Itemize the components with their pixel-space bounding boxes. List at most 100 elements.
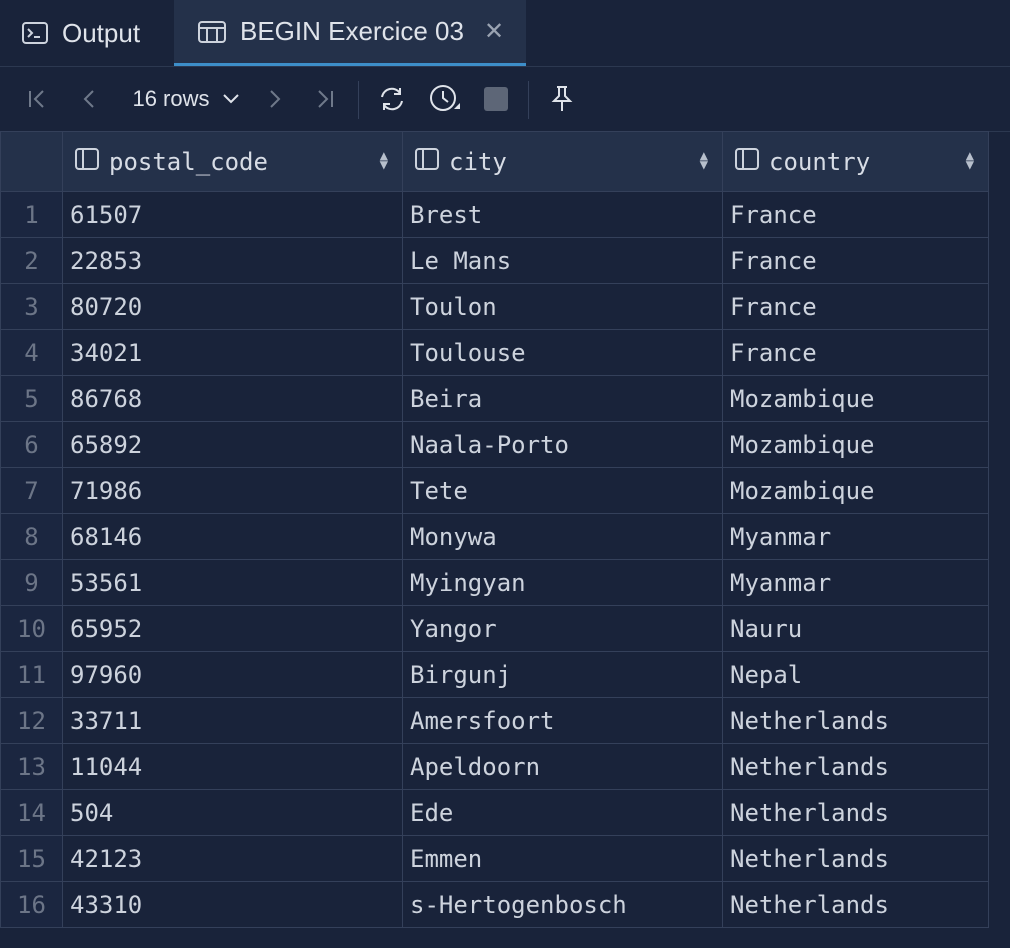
cell-city[interactable]: Monywa [402, 513, 723, 560]
cell-city[interactable]: Birgunj [402, 651, 723, 698]
cell-country[interactable]: Mozambique [722, 375, 989, 422]
cell-country[interactable]: France [722, 283, 989, 330]
last-page-icon[interactable] [308, 67, 342, 131]
cell-postal-code[interactable]: 65892 [62, 421, 403, 468]
column-label: postal_code [109, 147, 268, 176]
row-number: 10 [0, 605, 63, 652]
cell-postal-code[interactable]: 61507 [62, 191, 403, 238]
row-number: 1 [0, 191, 63, 238]
cell-city[interactable]: Toulouse [402, 329, 723, 376]
cell-city[interactable]: Ede [402, 789, 723, 836]
cell-country[interactable]: Myanmar [722, 513, 989, 560]
cell-city[interactable]: Yangor [402, 605, 723, 652]
cell-country[interactable]: Netherlands [722, 743, 989, 790]
cell-city[interactable]: Apeldoorn [402, 743, 723, 790]
table-row[interactable]: 15 42123 Emmen Netherlands [0, 835, 989, 882]
sort-icon[interactable]: ▲ ▼ [380, 149, 388, 172]
cell-city[interactable]: Toulon [402, 283, 723, 330]
cell-postal-code[interactable]: 42123 [62, 835, 403, 882]
table-row[interactable]: 14 504 Ede Netherlands [0, 789, 989, 836]
cell-postal-code[interactable]: 504 [62, 789, 403, 836]
cell-city[interactable]: Amersfoort [402, 697, 723, 744]
table-row[interactable]: 3 80720 Toulon France [0, 283, 989, 330]
cell-city[interactable]: Tete [402, 467, 723, 514]
tab-output[interactable]: Output [22, 0, 140, 66]
terminal-icon [22, 22, 48, 44]
table-row[interactable]: 2 22853 Le Mans France [0, 237, 989, 284]
cell-city[interactable]: Le Mans [402, 237, 723, 284]
cell-postal-code[interactable]: 34021 [62, 329, 403, 376]
close-icon[interactable]: ✕ [484, 17, 504, 46]
cell-country[interactable]: Nepal [722, 651, 989, 698]
row-number: 13 [0, 743, 63, 790]
column-header-country[interactable]: country ▲ ▼ [722, 131, 989, 192]
cell-postal-code[interactable]: 53561 [62, 559, 403, 606]
cell-country[interactable]: Netherlands [722, 881, 989, 928]
cell-country[interactable]: France [722, 329, 989, 376]
cell-postal-code[interactable]: 11044 [62, 743, 403, 790]
first-page-icon[interactable] [20, 67, 54, 131]
cell-postal-code[interactable]: 86768 [62, 375, 403, 422]
table-row[interactable]: 7 71986 Tete Mozambique [0, 467, 989, 514]
table-row[interactable]: 10 65952 Yangor Nauru [0, 605, 989, 652]
cell-city[interactable]: s-Hertogenbosch [402, 881, 723, 928]
tab-bar: Output BEGIN Exercice 03 ✕ [0, 0, 1010, 67]
toolbar-divider [528, 81, 529, 119]
cell-city[interactable]: Naala-Porto [402, 421, 723, 468]
tab-begin-exercice-03[interactable]: BEGIN Exercice 03 ✕ [174, 0, 526, 66]
cell-country[interactable]: Mozambique [722, 467, 989, 514]
cell-country[interactable]: Nauru [722, 605, 989, 652]
column-icon [735, 147, 769, 176]
row-number: 14 [0, 789, 63, 836]
table-row[interactable]: 13 11044 Apeldoorn Netherlands [0, 743, 989, 790]
table-body: 1 61507 Brest France 2 22853 Le Mans France 3 807… [0, 191, 989, 928]
column-header-city[interactable]: city ▲ ▼ [402, 131, 723, 192]
table-row[interactable]: 4 34021 Toulouse France [0, 329, 989, 376]
cell-city[interactable]: Beira [402, 375, 723, 422]
cell-postal-code[interactable]: 43310 [62, 881, 403, 928]
column-header-postal-code[interactable]: postal_code ▲ ▼ [62, 131, 403, 192]
history-icon[interactable] [426, 67, 464, 131]
cell-postal-code[interactable]: 80720 [62, 283, 403, 330]
cell-country[interactable]: Myanmar [722, 559, 989, 606]
cell-city[interactable]: Myingyan [402, 559, 723, 606]
sort-icon[interactable]: ▲ ▼ [966, 149, 974, 172]
cell-postal-code[interactable]: 97960 [62, 651, 403, 698]
table-row[interactable]: 9 53561 Myingyan Myanmar [0, 559, 989, 606]
table-row[interactable]: 6 65892 Naala-Porto Mozambique [0, 421, 989, 468]
cell-country[interactable]: Netherlands [722, 789, 989, 836]
previous-page-icon[interactable] [72, 67, 106, 131]
pin-icon[interactable] [546, 67, 578, 131]
cell-country[interactable]: Netherlands [722, 835, 989, 882]
row-number: 12 [0, 697, 63, 744]
row-number: 9 [0, 559, 63, 606]
table-row[interactable]: 5 86768 Beira Mozambique [0, 375, 989, 422]
cell-country[interactable]: Mozambique [722, 421, 989, 468]
cell-country[interactable]: France [722, 237, 989, 284]
cell-city[interactable]: Brest [402, 191, 723, 238]
cell-postal-code[interactable]: 22853 [62, 237, 403, 284]
table-row[interactable]: 11 97960 Birgunj Nepal [0, 651, 989, 698]
cell-country[interactable]: France [722, 191, 989, 238]
table-row[interactable]: 1 61507 Brest France [0, 191, 989, 238]
cell-country[interactable]: Netherlands [722, 697, 989, 744]
sort-icon[interactable]: ▲ ▼ [700, 149, 708, 172]
results-table: postal_code ▲ ▼ city ▲ ▼ country ▲ ▼ 1 6… [0, 131, 989, 928]
row-number: 8 [0, 513, 63, 560]
refresh-icon[interactable] [374, 67, 410, 131]
cell-city[interactable]: Emmen [402, 835, 723, 882]
row-number: 2 [0, 237, 63, 284]
cell-postal-code[interactable]: 68146 [62, 513, 403, 560]
cell-postal-code[interactable]: 33711 [62, 697, 403, 744]
rows-dropdown[interactable]: 16 rows [126, 67, 246, 131]
cell-postal-code[interactable]: 71986 [62, 467, 403, 514]
table-row[interactable]: 8 68146 Monywa Myanmar [0, 513, 989, 560]
column-icon [75, 147, 109, 176]
tab-label: BEGIN Exercice 03 [240, 16, 464, 46]
stop-icon[interactable] [480, 67, 512, 131]
cell-postal-code[interactable]: 65952 [62, 605, 403, 652]
table-row[interactable]: 16 43310 s-Hertogenbosch Netherlands [0, 881, 989, 928]
table-row[interactable]: 12 33711 Amersfoort Netherlands [0, 697, 989, 744]
next-page-icon[interactable] [258, 67, 292, 131]
rows-count: 16 rows [132, 86, 210, 111]
